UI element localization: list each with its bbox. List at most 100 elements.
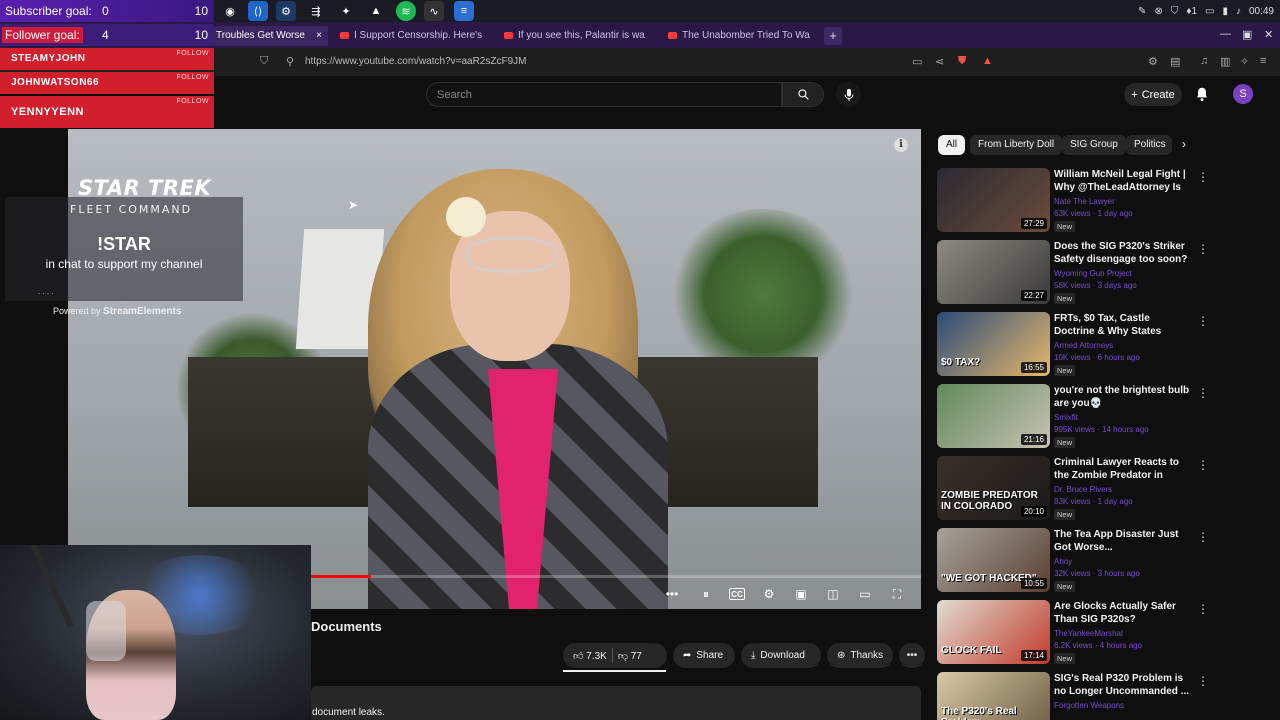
recommendation-title[interactable]: Does the SIG P320's Striker Safety disen… [1054,240,1191,266]
account-avatar[interactable]: S [1233,84,1253,104]
tab-unabomber[interactable]: The Unabomber Tried To Wa [664,26,814,46]
video-thumbnail[interactable]: "WE GOT HACKED" 10:55 [937,528,1050,592]
kebab-menu-icon[interactable]: ⋮ [1197,242,1209,256]
battery-icon[interactable]: ▮ [1222,6,1228,17]
recommendation-title[interactable]: Criminal Lawyer Reacts to the Zombie Pre… [1054,456,1191,482]
chip-all[interactable]: All [938,135,966,155]
video-thumbnail[interactable]: The P320's Real Problem [937,672,1050,720]
url-field[interactable]: https://www.youtube.com/watch?v=aaR2sZcF… [305,56,526,67]
share-page-icon[interactable]: ⋖ [935,55,944,68]
close-window-icon[interactable]: ✕ [1264,28,1273,41]
monitor-icon[interactable]: ∿ [424,1,444,21]
chip-from-liberty-doll[interactable]: From Liberty Doll [970,135,1063,155]
brave-shield-icon[interactable]: ⛊ [958,55,966,68]
video-thumbnail[interactable]: 21:16 [937,384,1050,448]
chip-sig-group[interactable]: SIG Group [1062,135,1126,155]
shield-icon[interactable]: ⛉ [1171,6,1179,17]
extension-icon[interactable]: ⚙ [1148,55,1158,68]
channel-name[interactable]: Forgotten Weapons [1054,701,1124,710]
app-icon[interactable]: ✦ [336,1,356,21]
menu-icon[interactable]: ≡ [1260,55,1266,67]
bookmark-icon[interactable]: ⛉ [260,55,268,68]
terminal-icon[interactable]: ⇶ [306,1,326,21]
recommendation-item[interactable]: 21:16 you're not the brightest bulb are y… [937,384,1209,450]
recommendation-item[interactable]: GLOCK FAIL 17:14 Are Glocks Actually Safer… [937,600,1209,666]
volume-icon[interactable]: ♪ [1236,6,1241,17]
theater-mode-icon[interactable]: ▭ [855,585,875,603]
close-tab-icon[interactable]: × [316,26,322,46]
steam-icon[interactable]: ⚙ [276,1,296,21]
share-button[interactable]: ➦ Share [673,643,735,668]
autoplay-toggle[interactable]: ⏸︎ [692,585,720,603]
channel-name[interactable]: Nate The Lawyer [1054,197,1115,206]
dislike-button[interactable]: 👎︎ 77 [618,650,642,662]
minimize-icon[interactable]: — [1220,28,1231,40]
voice-search-button[interactable] [836,82,861,107]
video-thumbnail[interactable]: 27:29 [937,168,1050,232]
recommendation-item[interactable]: 27:29 William McNeil Legal Fight | Why @T… [937,168,1209,234]
wallet-icon[interactable]: ▤ [1170,55,1180,68]
recommendation-title[interactable]: Are Glocks Actually Safer Than SIG P320s… [1054,600,1191,626]
recommendation-title[interactable]: you're not the brightest bulb are you💀 [1054,384,1191,410]
display-icon[interactable]: ▭ [1205,6,1214,17]
channel-name[interactable]: Smixfit [1054,413,1078,422]
recommendation-item[interactable]: The P320's Real Problem SIG's Real P320 P… [937,672,1209,720]
video-thumbnail[interactable]: GLOCK FAIL 17:14 [937,600,1050,664]
maximize-icon[interactable]: ▣ [1242,28,1252,41]
recommendation-item[interactable]: 22:27 Does the SIG P320's Striker Safety … [937,240,1209,306]
search-input[interactable] [437,88,767,102]
create-button[interactable]: + Create [1124,83,1182,106]
kebab-menu-icon[interactable]: ⋮ [1197,314,1209,328]
captions-button[interactable]: CC [729,588,745,600]
settings-gear-icon[interactable]: ⚙ [759,585,779,603]
recommendation-item[interactable]: $0 TAX? 16:55 FRTs, $0 Tax, Castle Doctrin… [937,312,1209,378]
kebab-menu-icon[interactable]: ⋮ [1197,602,1209,616]
chip-politics[interactable]: Politics [1126,135,1172,155]
puzzle-icon[interactable]: ✧ [1240,55,1249,68]
tab-censorship[interactable]: I Support Censorship. Here's [336,26,494,46]
recommendation-title[interactable]: SIG's Real P320 Problem is no Longer Unc… [1054,672,1191,698]
kebab-menu-icon[interactable]: ⋮ [1197,674,1209,688]
miniplayer-icon[interactable]: ▣ [791,585,811,603]
tab-current[interactable]: Troubles Get Worse × [212,26,328,46]
cast-icon[interactable]: ▭ [912,55,922,68]
chevron-right-icon[interactable]: › [1182,137,1186,151]
document-icon[interactable]: ≡ [454,1,474,21]
sidebar-icon[interactable]: ▥ [1220,55,1230,68]
recommendation-item[interactable]: "WE GOT HACKED" 10:55 The Tea App Disaster… [937,528,1209,594]
search-button[interactable] [782,82,824,107]
vscode-icon[interactable]: ⟨⟩ [248,1,268,21]
picture-in-picture-icon[interactable]: ◫ [823,585,843,603]
notifications-bell-icon[interactable] [1195,86,1209,102]
recommendation-title[interactable]: William McNeil Legal Fight | Why @TheLea… [1054,168,1191,194]
new-tab-button[interactable]: + [824,27,842,45]
site-info-icon[interactable]: ⚲ [286,55,294,68]
notification-icon[interactable]: ♦1 [1186,6,1197,17]
recommendation-item[interactable]: ZOMBIE PREDATOR IN COLORADO 20:10 Criminal… [937,456,1209,522]
video-thumbnail[interactable]: 22:27 [937,240,1050,304]
description-box[interactable] [311,686,921,720]
recommendation-title[interactable]: FRTs, $0 Tax, Castle Doctrine & Why Stat… [1054,312,1191,338]
spotify-icon[interactable]: ≋ [396,1,416,21]
channel-name[interactable]: Dr. Bruce Rivers [1054,485,1112,494]
thanks-button[interactable]: ⊛ Thanks [827,643,893,668]
more-options-icon[interactable]: ••• [662,585,682,603]
launcher-icon[interactable]: ▲ [366,1,386,21]
fullscreen-icon[interactable]: ⛶ [887,585,907,603]
kebab-menu-icon[interactable]: ⋮ [1197,386,1209,400]
music-icon[interactable]: ♫ [1200,55,1208,67]
video-thumbnail[interactable]: $0 TAX? 16:55 [937,312,1050,376]
channel-name[interactable]: Wyoming Gun Project [1054,269,1132,278]
download-button[interactable]: ⤓ Download [741,643,821,668]
kebab-menu-icon[interactable]: ⋮ [1197,170,1209,184]
rewards-icon[interactable]: ▲ [982,55,993,67]
pen-icon[interactable]: ✎ [1138,6,1146,17]
recommendation-title[interactable]: The Tea App Disaster Just Got Worse... [1054,528,1191,554]
channel-name[interactable]: TheYankeeMarshal [1054,629,1123,638]
kebab-menu-icon[interactable]: ⋮ [1197,530,1209,544]
record-icon[interactable]: ⊗ [1154,6,1162,17]
obs-icon[interactable]: ◉ [220,1,240,21]
more-actions-button[interactable]: ••• [899,643,925,668]
video-thumbnail[interactable]: ZOMBIE PREDATOR IN COLORADO 20:10 [937,456,1050,520]
like-button[interactable]: 👍︎ 7.3K [573,650,607,662]
